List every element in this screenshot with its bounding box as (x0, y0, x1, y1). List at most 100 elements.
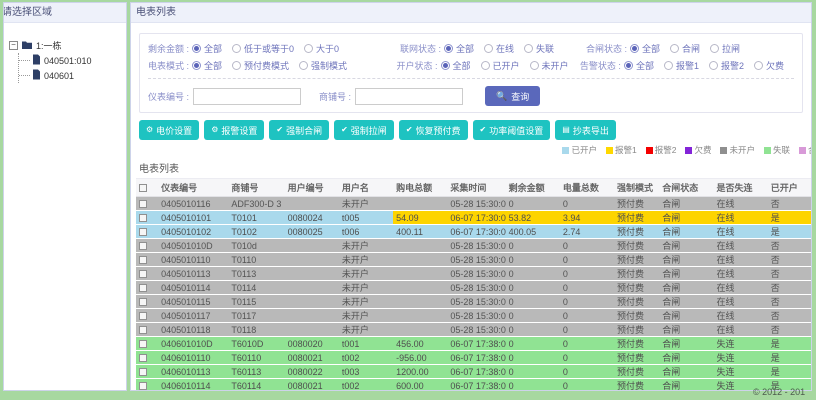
cell: 0 (505, 266, 560, 281)
radio-icon[interactable] (663, 61, 673, 70)
folder-icon (21, 40, 33, 52)
row-checkbox[interactable] (139, 242, 147, 251)
radio-selected-icon[interactable] (192, 61, 202, 70)
gear-icon: ⚙ (146, 125, 154, 134)
radio-option[interactable]: 全部 (630, 42, 660, 55)
alarm-setting-button[interactable]: ⚙ 报警设置 (204, 120, 265, 140)
tree-root-node[interactable]: − 1:一栋 (9, 38, 124, 53)
cell: 06-07 17:38:00 (447, 378, 506, 390)
row-checkbox[interactable] (139, 284, 147, 293)
legend-label: 欠费 (694, 145, 712, 155)
radio-icon[interactable] (299, 61, 309, 70)
radio-option-label: 全部 (452, 61, 471, 71)
radio-icon[interactable] (484, 44, 494, 53)
power-threshold-button[interactable]: ✔ 功率阈值设置 (472, 120, 551, 140)
radio-option[interactable]: 全部 (440, 59, 471, 72)
cell: 合闸 (659, 280, 714, 295)
row-checkbox[interactable] (139, 270, 147, 279)
row-checkbox[interactable] (139, 200, 147, 209)
cell: T0102 (228, 224, 285, 239)
row-checkbox-cell (136, 378, 159, 390)
radio-option[interactable]: 全部 (444, 42, 474, 55)
cell: 0080024 (284, 210, 339, 225)
table-row: 0406010114 T60114 0080021 t002 600.00 06-07 1… (136, 378, 811, 390)
export-readings-button[interactable]: ▤ 抄表导出 (555, 120, 616, 140)
radio-option[interactable]: 报警1 (663, 59, 699, 72)
radio-option[interactable]: 失联 (524, 42, 554, 55)
meter-table: 仪表编号 商铺号 用户编号 用户名 购电总额 采集时间 剩余金额 电量总数 强制模式 合闸状态 是否… (136, 178, 811, 390)
radio-option[interactable]: 低于或等于0 (232, 42, 294, 55)
radio-selected-icon[interactable] (192, 44, 202, 53)
tree-leaf-node[interactable]: 040601 (19, 68, 124, 83)
radio-option[interactable]: 已开户 (480, 59, 520, 72)
radio-option[interactable]: 全部 (623, 59, 654, 72)
cell: 预付费 (614, 322, 660, 337)
restore-prepay-button[interactable]: ✔ 恢复预付费 (398, 120, 468, 140)
select-all-checkbox[interactable] (139, 184, 147, 193)
price-setting-button[interactable]: ⚙ 电价设置 (139, 120, 200, 140)
row-checkbox[interactable] (139, 354, 147, 363)
row-checkbox[interactable] (139, 340, 147, 349)
action-button-label: 报警设置 (221, 125, 258, 136)
radio-option[interactable]: 拉闸 (710, 42, 740, 55)
cell: 在线 (713, 196, 768, 211)
radio-icon[interactable] (670, 44, 680, 53)
radio-option[interactable]: 全部 (192, 59, 222, 72)
radio-option[interactable]: 未开户 (529, 59, 569, 72)
radio-icon[interactable] (524, 44, 534, 53)
cell: 否 (767, 196, 811, 211)
radio-icon[interactable] (480, 61, 490, 70)
row-checkbox[interactable] (139, 368, 147, 377)
row-checkbox[interactable] (139, 214, 147, 223)
filter-row: 电表模式 : 全部 预付费模式 强制模式 开户状态 : 全部 已开户 未开户 告警状态 : 全部 报… (148, 57, 794, 74)
radio-selected-icon[interactable] (440, 61, 450, 70)
force-close-button[interactable]: ✔ 强制合闸 (269, 120, 330, 140)
radio-option[interactable]: 合闸 (670, 42, 700, 55)
cell: 在线 (713, 308, 768, 323)
cell: 0405010102 (158, 224, 229, 239)
radio-option-label: 全部 (642, 44, 661, 54)
radio-icon[interactable] (710, 44, 720, 53)
radio-option[interactable]: 强制模式 (299, 59, 347, 72)
row-checkbox[interactable] (139, 298, 147, 307)
radio-option-label: 大于0 (316, 44, 340, 54)
radio-icon[interactable] (753, 61, 763, 70)
radio-selected-icon[interactable] (444, 44, 454, 53)
radio-option[interactable]: 欠费 (753, 59, 784, 72)
meter-no-input[interactable] (193, 87, 302, 105)
tree-root-label[interactable]: 1:一栋 (36, 39, 62, 52)
cell (284, 280, 339, 295)
radio-icon[interactable] (708, 61, 718, 70)
filter-group: 开户状态 : 全部 已开户 未开户 (397, 59, 580, 72)
area-tree: − 1:一栋 040501:010 040601 (4, 23, 126, 83)
row-checkbox[interactable] (139, 312, 147, 321)
shop-no-input[interactable] (355, 87, 464, 105)
radio-icon[interactable] (232, 44, 242, 53)
radio-option[interactable]: 在线 (484, 42, 514, 55)
tree-collapse-icon[interactable]: − (9, 41, 18, 50)
radio-option[interactable]: 大于0 (304, 42, 339, 55)
filter-label: 联网状态 : (400, 44, 442, 54)
row-checkbox[interactable] (139, 256, 147, 265)
radio-icon[interactable] (232, 61, 242, 70)
radio-option[interactable]: 报警2 (708, 59, 744, 72)
query-button[interactable]: 🔍 查询 (485, 86, 541, 106)
radio-icon[interactable] (529, 61, 539, 70)
action-button-label: 抄表导出 (572, 125, 609, 136)
cell (393, 308, 448, 323)
cell: 06-07 17:30:00 (447, 224, 506, 239)
radio-option[interactable]: 全部 (192, 42, 222, 55)
force-open-button[interactable]: ✔ 强制拉闸 (334, 120, 394, 140)
row-checkbox[interactable] (139, 382, 147, 390)
tree-leaf-node[interactable]: 040501:010 (19, 53, 124, 68)
radio-option-label: 全部 (635, 61, 654, 71)
radio-selected-icon[interactable] (630, 44, 640, 53)
radio-option[interactable]: 预付费模式 (232, 59, 289, 72)
cell: 0 (505, 336, 560, 351)
radio-icon[interactable] (304, 44, 314, 53)
tree-leaf-label[interactable]: 040601 (44, 71, 74, 81)
radio-selected-icon[interactable] (623, 61, 633, 70)
row-checkbox[interactable] (139, 228, 147, 237)
row-checkbox[interactable] (139, 326, 147, 335)
tree-leaf-label[interactable]: 040501:010 (44, 56, 92, 66)
